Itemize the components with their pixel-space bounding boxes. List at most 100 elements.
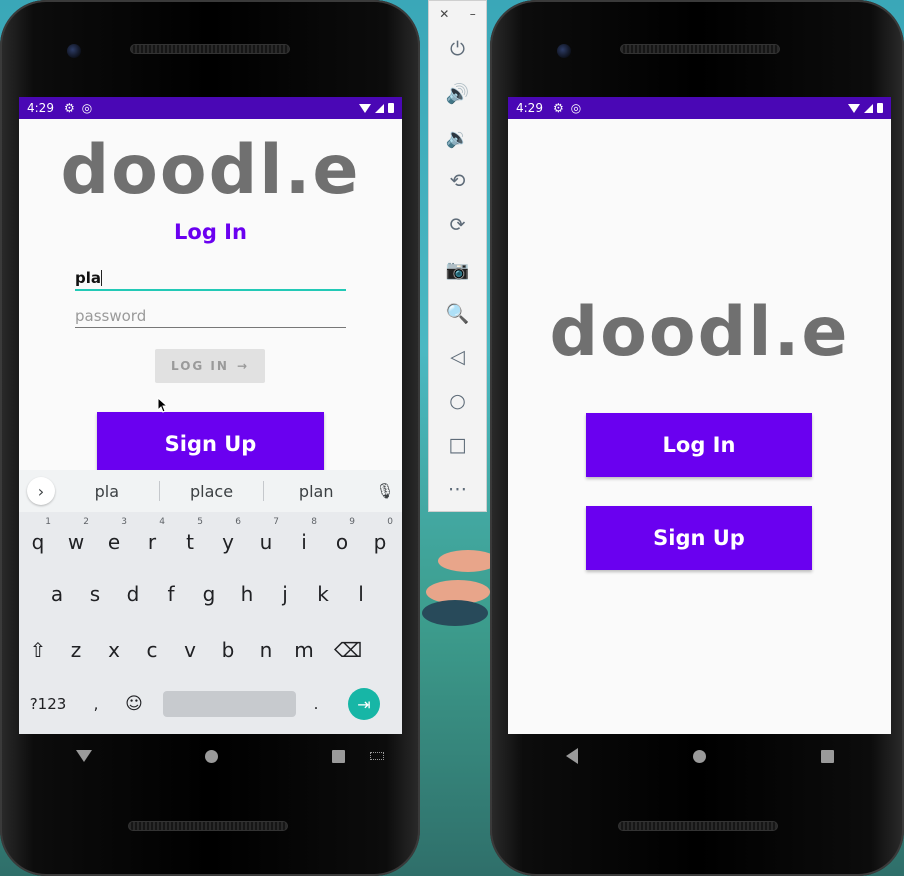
navigation-bar: [19, 734, 402, 778]
wifi-icon: [848, 103, 860, 113]
power-icon[interactable]: ⏻: [429, 27, 486, 71]
emoji-icon[interactable]: ☺: [115, 684, 153, 724]
zoom-icon[interactable]: 🔍: [429, 291, 486, 335]
status-time: 4:29: [516, 101, 543, 115]
key-n[interactable]: n: [247, 630, 285, 670]
key-j[interactable]: j: [266, 574, 304, 614]
battery-icon: [388, 103, 394, 113]
login-title: Log In: [174, 220, 247, 245]
keyboard-row-3: ⇧ z x c v b n m ⌫: [19, 630, 402, 670]
key-w[interactable]: w2: [57, 517, 95, 562]
app-logo: doodl.e: [549, 293, 850, 372]
suggestion-3[interactable]: plan: [264, 482, 368, 501]
signup-button[interactable]: Sign Up: [97, 412, 324, 476]
settings-icon: ⚙: [63, 101, 75, 115]
backspace-icon[interactable]: ⌫: [323, 630, 373, 670]
username-field[interactable]: pla: [75, 269, 346, 291]
symbols-key[interactable]: ?123: [19, 684, 77, 724]
key-v[interactable]: v: [171, 630, 209, 670]
recents-icon[interactable]: [332, 749, 346, 763]
home-icon[interactable]: ○: [429, 379, 486, 423]
recents-icon[interactable]: [820, 749, 834, 763]
period-key[interactable]: .: [306, 684, 326, 724]
suggestion-1[interactable]: pla: [55, 482, 159, 501]
key-c[interactable]: c: [133, 630, 171, 670]
bottom-speaker: [618, 821, 778, 831]
keyboard-switch-icon[interactable]: [370, 752, 384, 760]
battery-icon: [877, 103, 883, 113]
front-camera: [557, 44, 571, 58]
home-icon[interactable]: [692, 749, 706, 763]
comma-key[interactable]: ,: [77, 684, 115, 724]
left-emulator-phone: 4:29 ⚙ ◎ doodl.e Log In pla password LOG…: [0, 0, 420, 876]
suggestion-strip: › pla place plan 🎙: [19, 470, 402, 512]
text-caret: [101, 270, 103, 286]
space-bar[interactable]: [163, 691, 296, 717]
emulator-toolbar: ✕ – ⏻ 🔊 🔉 ⟲ ⟳ 📷 🔍 ◁ ○ □ ⋯: [428, 0, 487, 512]
mouse-pointer-icon: [157, 397, 167, 413]
left-screen: 4:29 ⚙ ◎ doodl.e Log In pla password LOG…: [19, 97, 402, 734]
key-i[interactable]: i8: [285, 517, 323, 562]
key-a[interactable]: a: [38, 574, 76, 614]
signup-button-label: Sign Up: [164, 432, 257, 456]
keyboard-row-1: q1 w2 e3 r4 t5 y6 u7 i8 o9 p0: [19, 517, 402, 562]
key-f[interactable]: f: [152, 574, 190, 614]
arrow-right-icon: →: [236, 359, 250, 373]
volume-up-icon[interactable]: 🔊: [429, 71, 486, 115]
key-t[interactable]: t5: [171, 517, 209, 562]
key-e[interactable]: e3: [95, 517, 133, 562]
back-down-icon[interactable]: [75, 750, 92, 762]
bottom-speaker: [128, 821, 288, 831]
navigation-bar: [508, 734, 891, 778]
top-speaker: [130, 44, 290, 54]
wifi-icon: [359, 103, 371, 113]
volume-down-icon[interactable]: 🔉: [429, 115, 486, 159]
password-placeholder: password: [75, 307, 147, 325]
status-time: 4:29: [27, 101, 54, 115]
login-button[interactable]: Log In: [586, 413, 812, 477]
key-o[interactable]: o9: [323, 517, 361, 562]
app-logo: doodl.e: [60, 131, 361, 210]
key-h[interactable]: h: [228, 574, 266, 614]
shift-icon[interactable]: ⇧: [19, 630, 57, 670]
suggestion-2[interactable]: place: [160, 482, 264, 501]
chevron-right-icon[interactable]: ›: [27, 477, 55, 505]
login-button[interactable]: LOG IN →: [155, 349, 265, 383]
key-y[interactable]: y6: [209, 517, 247, 562]
login-button-label: Log In: [662, 433, 736, 457]
key-u[interactable]: u7: [247, 517, 285, 562]
key-b[interactable]: b: [209, 630, 247, 670]
signup-button-label: Sign Up: [653, 526, 745, 550]
key-r[interactable]: r4: [133, 517, 171, 562]
right-emulator-phone: 4:29 ⚙ ◎ doodl.e Log In Sign Up: [490, 0, 904, 876]
sync-icon: ◎: [81, 101, 93, 115]
minimize-icon[interactable]: –: [470, 7, 476, 21]
right-screen: 4:29 ⚙ ◎ doodl.e Log In Sign Up: [508, 97, 891, 734]
key-s[interactable]: s: [76, 574, 114, 614]
home-icon[interactable]: [205, 749, 219, 763]
next-field-icon[interactable]: ⇥: [348, 688, 380, 720]
camera-icon[interactable]: 📷: [429, 247, 486, 291]
signal-icon: [375, 103, 384, 113]
overview-icon[interactable]: □: [429, 423, 486, 467]
key-g[interactable]: g: [190, 574, 228, 614]
password-field[interactable]: password: [75, 307, 346, 328]
key-p[interactable]: p0: [361, 517, 399, 562]
microphone-icon[interactable]: 🎙: [368, 482, 402, 500]
key-k[interactable]: k: [304, 574, 342, 614]
key-d[interactable]: d: [114, 574, 152, 614]
key-z[interactable]: z: [57, 630, 95, 670]
key-x[interactable]: x: [95, 630, 133, 670]
rotate-right-icon[interactable]: ⟳: [429, 203, 486, 247]
back-icon[interactable]: [565, 748, 578, 764]
status-bar: 4:29 ⚙ ◎: [19, 97, 402, 119]
key-q[interactable]: q1: [19, 517, 57, 562]
key-l[interactable]: l: [342, 574, 380, 614]
key-m[interactable]: m: [285, 630, 323, 670]
more-icon[interactable]: ⋯: [429, 467, 486, 511]
back-icon[interactable]: ◁: [429, 335, 486, 379]
signup-button[interactable]: Sign Up: [586, 506, 812, 570]
rotate-left-icon[interactable]: ⟲: [429, 159, 486, 203]
close-icon[interactable]: ✕: [439, 7, 449, 21]
signal-icon: [864, 103, 873, 113]
